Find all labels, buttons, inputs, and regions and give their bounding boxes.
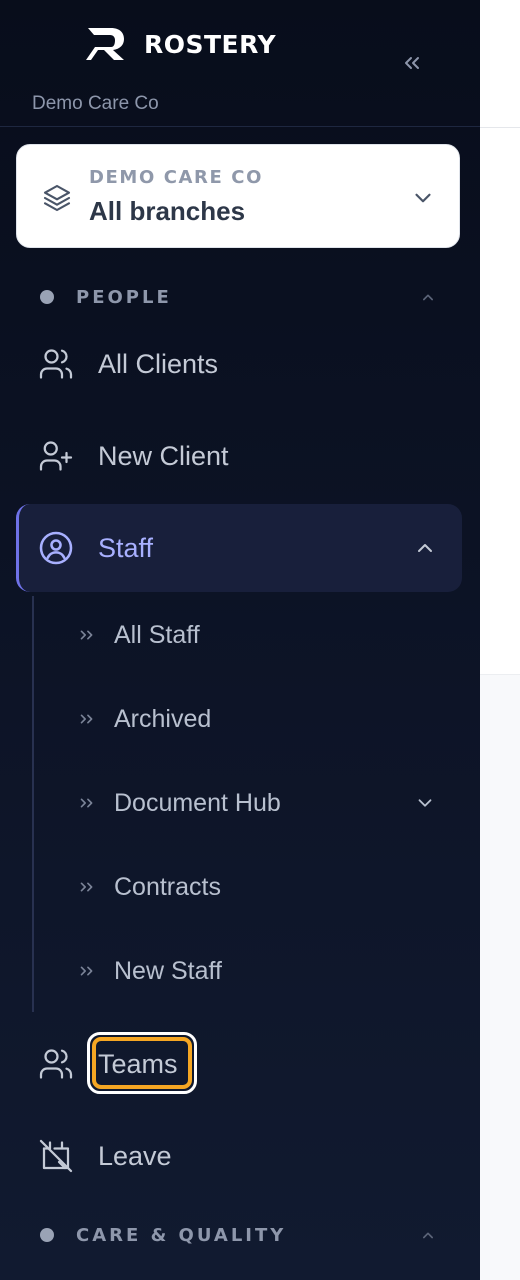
sub-item-label: Archived xyxy=(114,704,212,733)
main-panel-lower xyxy=(480,675,520,1280)
chevrons-left-icon xyxy=(405,57,419,69)
sub-item-label: Contracts xyxy=(114,872,221,901)
chevrons-right-icon xyxy=(80,966,93,976)
section-dot xyxy=(40,290,54,304)
org-subtitle: Demo Care Co xyxy=(32,93,159,114)
sub-item-label: New Staff xyxy=(114,956,222,985)
branch-selector-org: DEMO CARE CO xyxy=(89,167,263,188)
sub-item-new-staff[interactable]: New Staff xyxy=(60,943,460,999)
nav-item-staff[interactable]: Staff xyxy=(16,504,462,592)
branch-selector-value: All branches xyxy=(89,196,246,226)
submenu-line xyxy=(32,596,34,1012)
user-circle-icon xyxy=(39,531,73,565)
sub-item-label: All Staff xyxy=(114,620,200,649)
brand-name: ROSTERY xyxy=(144,29,277,59)
chevron-down-icon xyxy=(418,799,432,807)
chevron-up-icon xyxy=(418,544,432,552)
chevron-up-icon xyxy=(423,294,433,301)
users-icon xyxy=(39,349,73,379)
section-people[interactable]: PEOPLE xyxy=(0,277,480,317)
section-title: CARE & QUALITY xyxy=(76,1224,287,1246)
chevron-up-icon xyxy=(423,1232,433,1239)
nav-item-teams[interactable]: Teams xyxy=(16,1020,462,1108)
sidebar: ROSTERY Demo Care Co DEMO CARE CO All br… xyxy=(0,0,480,1280)
sub-item-label: Document Hub xyxy=(114,788,281,817)
rostery-logo-icon xyxy=(86,28,124,60)
section-dot xyxy=(40,1228,54,1242)
nav-label: Staff xyxy=(98,532,154,563)
chevrons-right-icon xyxy=(80,630,93,640)
main-content xyxy=(480,0,520,1280)
nav-item-all-clients[interactable]: All Clients xyxy=(16,320,462,408)
layers-icon xyxy=(43,184,71,212)
brand[interactable]: ROSTERY xyxy=(86,26,276,62)
divider xyxy=(0,126,480,127)
branch-selector[interactable]: DEMO CARE CO All branches xyxy=(16,144,460,248)
users-icon xyxy=(39,1049,73,1079)
user-plus-icon xyxy=(39,441,73,471)
main-panel xyxy=(480,128,520,675)
sub-item-archived[interactable]: Archived xyxy=(60,691,460,747)
chevrons-right-icon xyxy=(80,798,93,808)
main-header xyxy=(480,0,520,128)
nav-label: All Clients xyxy=(98,348,219,379)
focus-highlight-ring xyxy=(92,1037,192,1089)
sub-item-contracts[interactable]: Contracts xyxy=(60,859,460,915)
focus-highlight xyxy=(87,1032,197,1094)
chevrons-right-icon xyxy=(80,882,93,892)
nav-item-new-client[interactable]: New Client xyxy=(16,412,462,500)
chevrons-right-icon xyxy=(80,714,93,724)
nav-label: Leave xyxy=(98,1140,172,1171)
chevron-down-icon xyxy=(415,193,431,203)
sub-item-all-staff[interactable]: All Staff xyxy=(60,607,460,663)
sub-item-document-hub[interactable]: Document Hub xyxy=(60,775,460,831)
nav-item-leave[interactable]: Leave xyxy=(16,1112,462,1200)
nav-label: New Client xyxy=(98,440,229,471)
calendar-off-icon xyxy=(39,1139,73,1173)
collapse-sidebar-button[interactable] xyxy=(396,48,428,78)
section-care-quality[interactable]: CARE & QUALITY xyxy=(0,1215,480,1255)
section-title: PEOPLE xyxy=(76,286,172,308)
